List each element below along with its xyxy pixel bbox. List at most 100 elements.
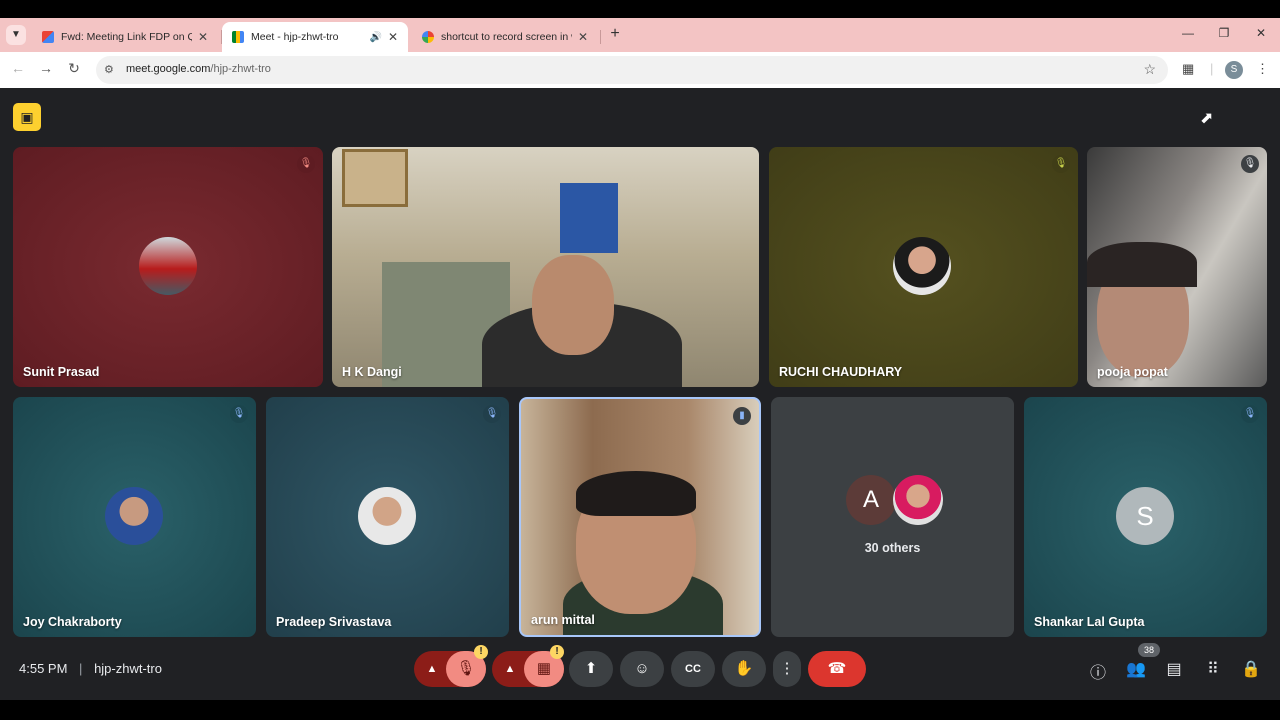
new-tab-button[interactable]: + <box>606 25 624 43</box>
info-separator: | <box>79 661 83 676</box>
google-icon <box>422 31 434 43</box>
people-count-badge: 38 <box>1138 643 1160 657</box>
host-controls-icon[interactable]: 🔒 <box>1240 659 1262 679</box>
captions-icon: CC <box>685 663 701 675</box>
participant-name: arun mittal <box>531 613 595 627</box>
gmail-icon <box>42 31 54 43</box>
participant-name: Shankar Lal Gupta <box>1034 615 1145 629</box>
forward-icon[interactable]: → <box>36 60 56 76</box>
person-hair <box>1087 242 1197 287</box>
address-bar[interactable]: ⚙ meet.google.com/hjp-zhwt-tro ☆ <box>96 56 1168 84</box>
raise-hand-button[interactable]: ✋ <box>722 651 766 687</box>
top-black-bar <box>0 0 1280 18</box>
avatar <box>358 487 416 545</box>
mic-off-icon: 🎙 <box>483 405 501 423</box>
others-avatar: A <box>846 475 896 525</box>
tab-title: shortcut to record screen in wi <box>441 31 572 43</box>
meeting-details-icon[interactable]: ⓘ <box>1087 659 1109 683</box>
close-icon[interactable]: ✕ <box>578 30 588 44</box>
participant-name: H K Dangi <box>342 365 402 379</box>
profile-avatar[interactable]: S <box>1225 61 1243 79</box>
meeting-code: hjp-zhwt-tro <box>94 661 162 676</box>
mic-options-chevron-icon[interactable]: ▲ <box>420 651 444 687</box>
window-close-icon[interactable]: ✕ <box>1251 26 1271 40</box>
clock-time: 4:55 PM <box>19 661 68 676</box>
meeting-info: 4:55 PM | hjp-zhwt-tro <box>19 661 162 676</box>
minimize-icon[interactable]: — <box>1178 26 1198 40</box>
activities-icon[interactable]: ⠿ <box>1202 659 1224 679</box>
avatar <box>893 237 951 295</box>
tab-strip: ▼ Fwd: Meeting Link FDP on Qua ✕ Meet - … <box>0 18 1280 52</box>
others-tile[interactable]: A 30 others <box>771 397 1014 637</box>
mic-off-icon: 🎙 <box>1052 155 1070 173</box>
reload-icon[interactable]: ↻ <box>64 60 84 77</box>
speaking-indicator-icon: ▮ <box>733 407 751 425</box>
avatar <box>893 475 943 525</box>
close-icon[interactable]: ✕ <box>388 30 398 44</box>
mic-control-group: ▲ 🎙 ! <box>414 645 488 687</box>
chat-icon[interactable]: ▤ <box>1163 659 1185 679</box>
present-screen-button[interactable]: ⬆ <box>569 651 613 687</box>
menu-icon[interactable]: ⋮ <box>1256 61 1269 77</box>
toolbar-divider: | <box>1210 61 1214 76</box>
speaker-icon[interactable]: 🔊 <box>369 32 381 43</box>
leave-call-button[interactable]: ☎ <box>808 651 866 687</box>
mic-off-icon: 🎙 <box>1241 405 1259 423</box>
avatar <box>105 487 163 545</box>
mic-warning-icon: ! <box>474 645 488 659</box>
tab-google-search[interactable]: shortcut to record screen in wi ✕ <box>412 22 598 52</box>
person-face <box>532 255 614 355</box>
participant-tile[interactable]: 🎙 S Shankar Lal Gupta <box>1024 397 1267 637</box>
tab-search-dropdown[interactable]: ▼ <box>6 25 26 45</box>
browser-toolbar: ← → ↻ ⚙ meet.google.com/hjp-zhwt-tro ☆ ▦… <box>0 52 1280 88</box>
bookmark-star-icon[interactable]: ☆ <box>1143 61 1156 78</box>
participant-tile[interactable]: 🎙 Joy Chakraborty <box>13 397 256 637</box>
tab-meet[interactable]: Meet - hjp-zhwt-tro 🔊 ✕ <box>222 22 408 52</box>
participant-name: Sunit Prasad <box>23 365 100 379</box>
site-info-icon[interactable]: ⚙ <box>104 63 114 76</box>
avatar: S <box>1116 487 1174 545</box>
more-options-button[interactable]: ⋮ <box>773 651 801 687</box>
meet-control-bar: 4:55 PM | hjp-zhwt-tro ▲ 🎙 ! ▲ ▦ ! ⬆ ☺ C… <box>0 645 1280 693</box>
participant-tile[interactable]: H K Dangi <box>332 147 759 387</box>
camera-warning-icon: ! <box>550 645 564 659</box>
tab-title: Meet - hjp-zhwt-tro <box>251 31 339 43</box>
present-icon: ⬆ <box>584 660 598 677</box>
tab-title: Fwd: Meeting Link FDP on Qua <box>61 31 192 43</box>
no-video-badge-icon[interactable]: ▣ <box>13 103 41 131</box>
participant-tile[interactable]: 🎙 Pradeep Srivastava <box>266 397 509 637</box>
mouse-cursor-icon: ⬈ <box>1200 110 1214 127</box>
extensions-icon[interactable]: ▦ <box>1182 61 1194 77</box>
url-text: meet.google.com/hjp-zhwt-tro <box>126 63 271 75</box>
reactions-button[interactable]: ☺ <box>620 651 664 687</box>
more-vert-icon: ⋮ <box>779 660 795 677</box>
person-hair <box>576 471 696 516</box>
emoji-icon: ☺ <box>634 660 650 677</box>
url-domain: meet.google.com <box>126 63 211 75</box>
mic-off-icon: 🎙 <box>297 155 315 173</box>
wall-poster <box>560 183 618 253</box>
participant-tile[interactable]: 🎙 pooja popat <box>1087 147 1267 387</box>
participant-name: Joy Chakraborty <box>23 615 122 629</box>
end-call-icon: ☎ <box>827 660 847 677</box>
people-icon[interactable]: 👥 <box>1125 659 1147 679</box>
tab-gmail[interactable]: Fwd: Meeting Link FDP on Qua ✕ <box>32 22 218 52</box>
meet-icon <box>232 31 244 43</box>
tab-divider <box>600 30 601 44</box>
others-count-label: 30 others <box>864 541 921 555</box>
participant-tile-active-speaker[interactable]: ▮ arun mittal <box>519 397 761 637</box>
back-icon[interactable]: ← <box>8 60 28 76</box>
avatar <box>139 237 197 295</box>
camera-options-chevron-icon[interactable]: ▲ <box>498 651 522 687</box>
bottom-black-bar <box>0 700 1280 720</box>
participant-tile[interactable]: 🎙 RUCHI CHAUDHARY <box>769 147 1078 387</box>
restore-icon[interactable]: ❐ <box>1214 26 1234 40</box>
participant-name: RUCHI CHAUDHARY <box>779 365 903 379</box>
participant-tile[interactable]: 🎙 Sunit Prasad <box>13 147 323 387</box>
participant-name: pooja popat <box>1097 365 1168 379</box>
close-icon[interactable]: ✕ <box>198 30 208 44</box>
captions-button[interactable]: CC <box>671 651 715 687</box>
camera-control-group: ▲ ▦ ! <box>492 645 564 687</box>
participant-name: Pradeep Srivastava <box>276 615 392 629</box>
mic-off-icon: 🎙 <box>1241 155 1259 173</box>
